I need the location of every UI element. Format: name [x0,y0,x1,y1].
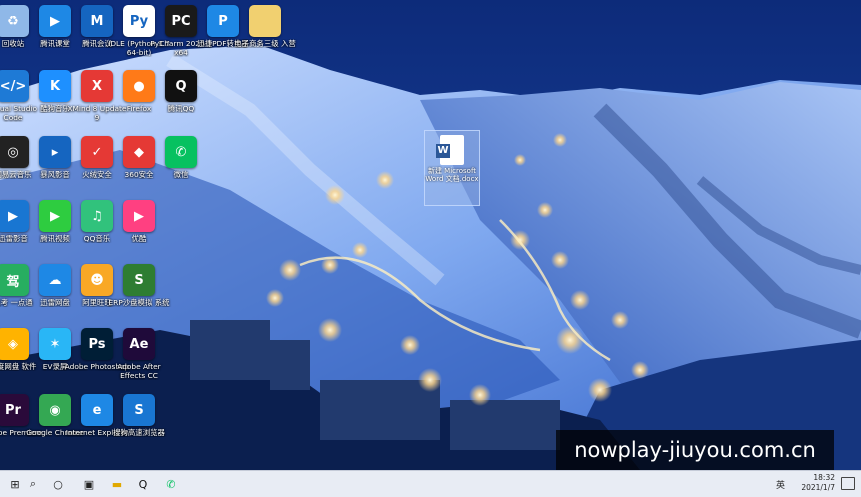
desktop-icon[interactable]: Q 腾讯QQ [148,68,214,134]
desktop-icon[interactable]: Ae Adobe After Effects CC [106,326,172,392]
app-icon: ✆ [165,136,197,168]
word-document-file[interactable]: W 新建 Microsoft Word 文档.docx [424,130,480,206]
desktop-icon[interactable]: 电子商务三级 入营 [232,3,298,69]
app-icon: S [123,394,155,426]
app-icon: Q [165,70,197,102]
cortana-icon: ○ [53,477,63,491]
taskbar: ⊞ ⌕ ○ ▣ ▬ Q ✆ 英 18:32 2021/1/7 [0,470,861,497]
app-icon: S [123,264,155,296]
desktop-icon-label: 微信 [173,170,189,179]
ime-indicator[interactable]: 英 [776,478,785,491]
task-view-icon: ▣ [83,477,95,491]
desktop-icon-label: ERP沙盘模拟 系统 [108,298,170,307]
app-icon: Ae [123,328,155,360]
notification-center-icon[interactable] [841,477,855,490]
taskbar-app-explorer[interactable]: ▬ [108,475,126,493]
desktop-icon-label: 腾讯QQ [167,104,195,113]
desktop-icon[interactable]: S ERP沙盘模拟 系统 [106,262,172,328]
windows-icon: ⊞ [10,477,20,491]
search-button[interactable]: ⌕ [24,475,42,493]
desktop-icon[interactable]: ✆ 微信 [148,134,214,200]
search-icon: ⌕ [29,477,37,490]
cortana-button[interactable]: ○ [49,475,67,493]
taskbar-app-qq[interactable]: Q [134,475,152,493]
desktop-icon[interactable]: S 搜狗高速浏览器 [106,392,172,458]
system-clock[interactable]: 18:32 2021/1/7 [801,473,835,493]
watermark-text: nowplay-jiuyou.com.cn [556,430,834,470]
desktop-icon[interactable]: ▶ 优酷 [106,198,172,264]
word-doc-icon: W [436,135,464,165]
file-label: 新建 Microsoft Word 文档.docx [425,167,479,183]
task-view-button[interactable]: ▣ [80,475,98,493]
clock-time: 18:32 [813,473,835,482]
app-icon [249,5,281,37]
desktop-icon-label: 搜狗高速浏览器 [113,428,165,437]
desktop-icon-label: Adobe After Effects CC [117,362,161,380]
app-icon: ▶ [123,200,155,232]
desktop-icon-label: 电子商务三级 入营 [234,39,296,48]
clock-date: 2021/1/7 [801,483,835,492]
taskbar-app-wechat[interactable]: ✆ [162,475,180,493]
start-button[interactable]: ⊞ [6,475,24,493]
desktop-icon-label: 优酷 [131,234,147,243]
